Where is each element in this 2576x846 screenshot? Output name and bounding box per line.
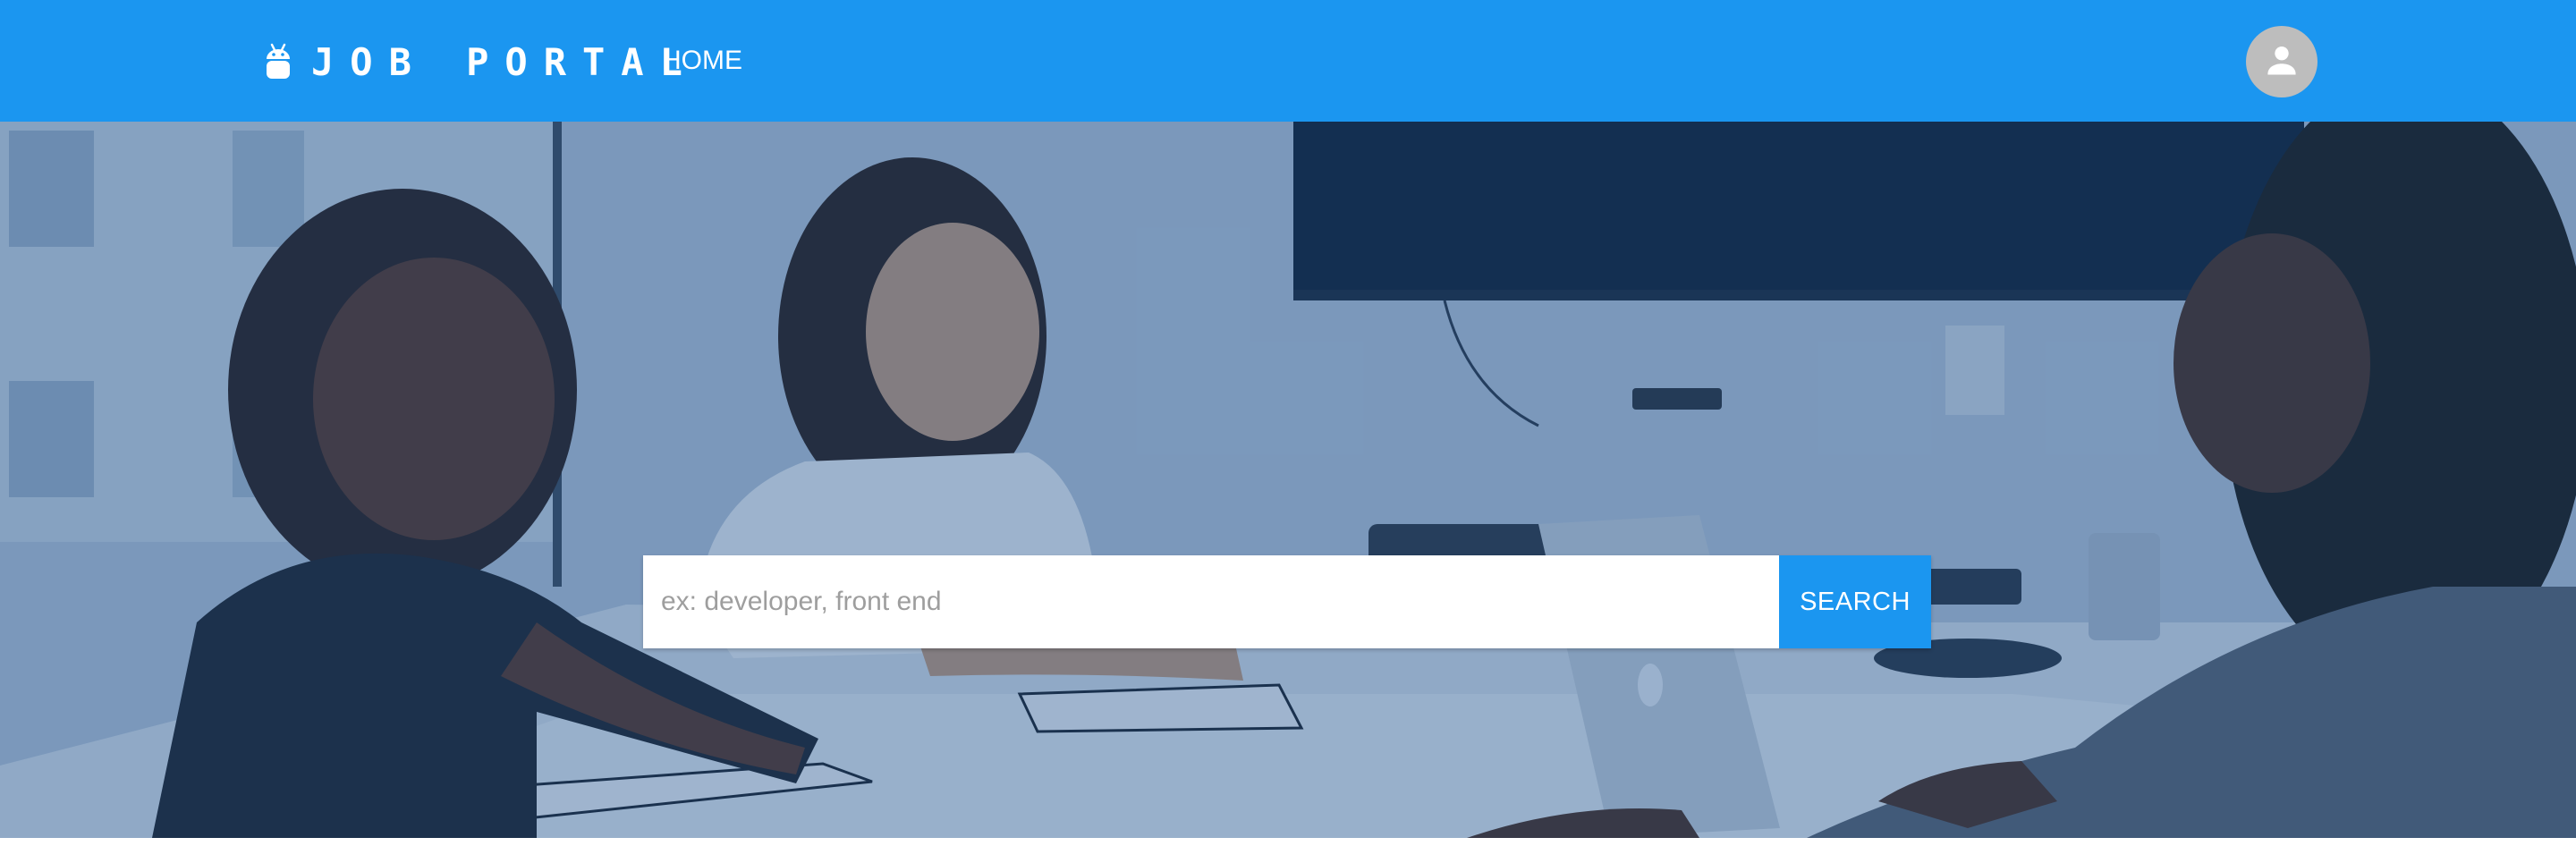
user-avatar[interactable] [2246,26,2318,97]
android-icon [263,41,293,82]
hero-overlay [0,122,2576,838]
brand-name: JOB PORTAL [311,39,699,84]
search-button[interactable]: SEARCH [1779,555,1931,648]
hero-banner: SEARCH [0,122,2576,838]
nav-home-link[interactable]: HOME [662,43,742,79]
search-input[interactable] [643,555,1779,648]
search-bar: SEARCH [643,555,1931,648]
person-icon [2262,40,2301,84]
brand-logo[interactable]: JOB PORTAL [263,39,699,84]
top-navbar: JOB PORTAL HOME [0,0,2576,122]
